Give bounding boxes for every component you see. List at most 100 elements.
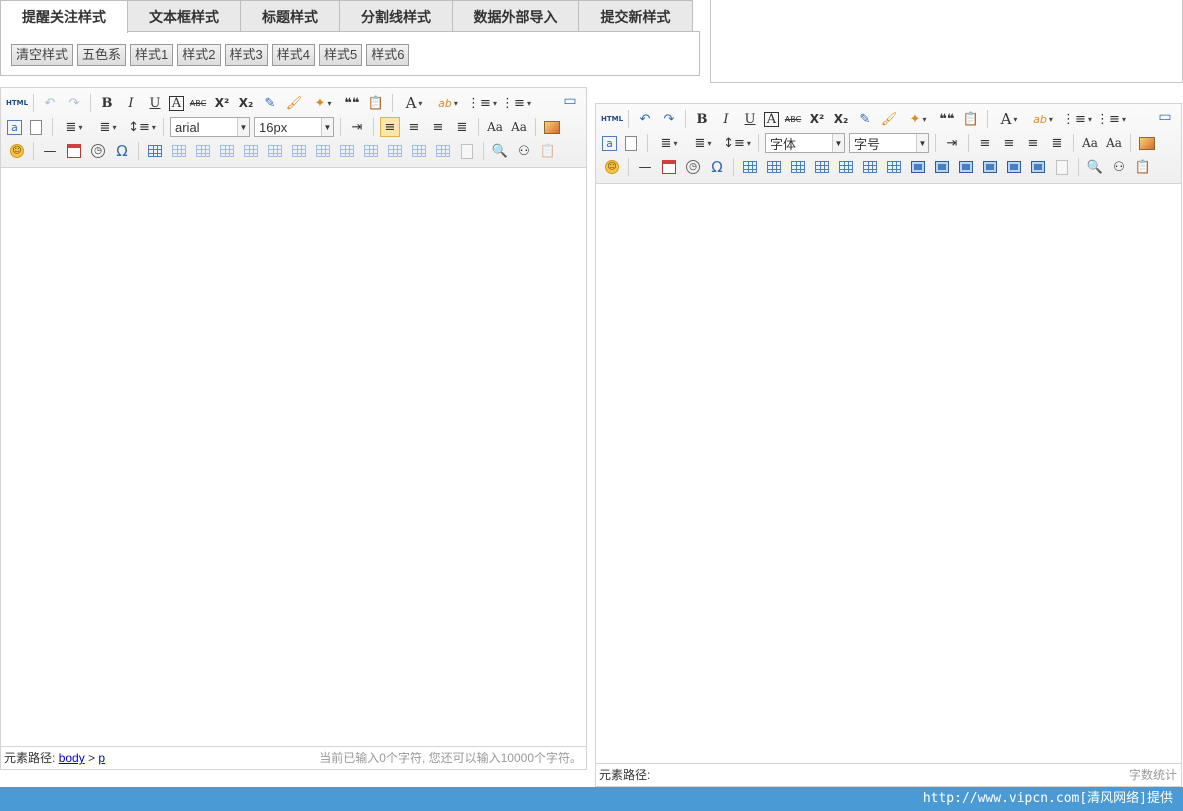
- page-break-icon[interactable]: [621, 133, 641, 153]
- insert-caption-icon[interactable]: [193, 141, 213, 161]
- auto-format-icon[interactable]: ✦: [903, 109, 933, 129]
- insert-table-icon[interactable]: [145, 141, 165, 161]
- blockquote-icon[interactable]: ❝❝: [937, 109, 957, 129]
- split-rows-icon[interactable]: [409, 141, 429, 161]
- table-props-icon[interactable]: [1052, 157, 1072, 177]
- unordered-list-icon[interactable]: ⋮≡: [501, 93, 531, 113]
- clear-style-button[interactable]: 清空样式: [11, 44, 74, 66]
- font-family-select[interactable]: arial ▼: [170, 117, 250, 137]
- align-right-icon[interactable]: ≡: [428, 117, 448, 137]
- merge-right-icon[interactable]: [337, 141, 357, 161]
- align-left-icon[interactable]: ≡: [380, 117, 400, 137]
- font-color-icon[interactable]: A: [399, 93, 429, 113]
- path-p-link[interactable]: p: [98, 751, 105, 765]
- date-icon[interactable]: [659, 157, 679, 177]
- background-color-icon[interactable]: ab: [1028, 109, 1058, 129]
- html-source-icon[interactable]: HTML: [601, 109, 623, 129]
- horizontal-rule-icon[interactable]: —: [40, 141, 60, 161]
- html-source-icon[interactable]: HTML: [6, 93, 28, 113]
- time-icon[interactable]: ◷: [88, 141, 108, 161]
- font-border-icon[interactable]: A: [764, 111, 779, 127]
- merge-down-icon[interactable]: [956, 157, 976, 177]
- tab-submit-style[interactable]: 提交新样式: [579, 0, 693, 32]
- special-char-icon[interactable]: Ω: [707, 157, 727, 177]
- page-break-icon[interactable]: [26, 117, 46, 137]
- line-height-icon[interactable]: ↕≡: [722, 133, 752, 153]
- search-replace-icon[interactable]: 🔍: [490, 141, 510, 161]
- left-edit-area[interactable]: [1, 168, 586, 746]
- five-colors-button[interactable]: 五色系: [77, 44, 127, 66]
- path-body-link[interactable]: body: [59, 751, 85, 765]
- superscript-icon[interactable]: X²: [807, 109, 827, 129]
- align-center-icon[interactable]: ≡: [404, 117, 424, 137]
- font-border-icon[interactable]: A: [169, 95, 184, 111]
- font-color-icon[interactable]: A: [994, 109, 1024, 129]
- insert-caption-icon[interactable]: [788, 157, 808, 177]
- split-cols-icon[interactable]: [433, 141, 453, 161]
- delete-col-icon[interactable]: [289, 141, 309, 161]
- unordered-list-icon[interactable]: ⋮≡: [1096, 109, 1126, 129]
- italic-icon[interactable]: I: [121, 93, 141, 113]
- font-size-select[interactable]: 字号 ▼: [849, 133, 929, 153]
- paste-icon[interactable]: 📋: [961, 109, 981, 129]
- style-1-button[interactable]: 样式1: [130, 44, 174, 66]
- date-icon[interactable]: [64, 141, 84, 161]
- paste-plain-icon[interactable]: 📋: [538, 141, 558, 161]
- superscript-icon[interactable]: X²: [212, 93, 232, 113]
- redo-icon[interactable]: ↷: [64, 93, 84, 113]
- ordered-list-icon[interactable]: ⋮≡: [467, 93, 497, 113]
- insert-image-icon[interactable]: [542, 117, 562, 137]
- anchor-icon[interactable]: a: [602, 135, 617, 151]
- paragraph-spacing-bottom-icon[interactable]: ≣: [93, 117, 123, 137]
- delete-row-icon[interactable]: [241, 141, 261, 161]
- delete-col-icon[interactable]: [884, 157, 904, 177]
- justify-icon[interactable]: ≣: [452, 117, 472, 137]
- format-brush-icon[interactable]: 🖌: [879, 109, 899, 129]
- line-height-icon[interactable]: ↕≡: [127, 117, 157, 137]
- font-family-select[interactable]: 字体 ▼: [765, 133, 845, 153]
- merge-down-icon[interactable]: [361, 141, 381, 161]
- search-replace-icon[interactable]: 🔍: [1085, 157, 1105, 177]
- subscript-icon[interactable]: X₂: [236, 93, 256, 113]
- split-cells-icon[interactable]: [980, 157, 1000, 177]
- strikethrough-icon[interactable]: ABC: [783, 109, 803, 129]
- style-4-button[interactable]: 样式4: [271, 44, 315, 66]
- tab-title-style[interactable]: 标题样式: [241, 0, 340, 32]
- style-2-button[interactable]: 样式2: [177, 44, 221, 66]
- merge-cells-icon[interactable]: [908, 157, 928, 177]
- table-props-icon[interactable]: [457, 141, 477, 161]
- auto-format-icon[interactable]: ✦: [308, 93, 338, 113]
- split-cols-icon[interactable]: [1028, 157, 1048, 177]
- redo-icon[interactable]: ↷: [659, 109, 679, 129]
- bold-icon[interactable]: B: [692, 109, 712, 129]
- insert-table-icon[interactable]: [740, 157, 760, 177]
- indent-icon[interactable]: ⇥: [347, 117, 367, 137]
- bold-icon[interactable]: B: [97, 93, 117, 113]
- blockquote-icon[interactable]: ❝❝: [342, 93, 362, 113]
- anchor-icon[interactable]: a: [7, 119, 22, 135]
- insert-row-icon[interactable]: [812, 157, 832, 177]
- emotion-icon[interactable]: ☺: [7, 141, 27, 161]
- emotion-icon[interactable]: ☺: [602, 157, 622, 177]
- strikethrough-icon[interactable]: ABC: [188, 93, 208, 113]
- undo-icon[interactable]: ↶: [40, 93, 60, 113]
- lowercase-icon[interactable]: Aa: [509, 117, 529, 137]
- paragraph-spacing-bottom-icon[interactable]: ≣: [688, 133, 718, 153]
- time-icon[interactable]: ◷: [683, 157, 703, 177]
- lowercase-icon[interactable]: Aa: [1104, 133, 1124, 153]
- underline-icon[interactable]: U: [145, 93, 165, 113]
- insert-row-icon[interactable]: [217, 141, 237, 161]
- font-size-select[interactable]: 16px ▼: [254, 117, 334, 137]
- italic-icon[interactable]: I: [716, 109, 736, 129]
- style-3-button[interactable]: 样式3: [224, 44, 268, 66]
- tab-external-import[interactable]: 数据外部导入: [453, 0, 579, 32]
- tab-textbox-style[interactable]: 文本框样式: [128, 0, 241, 32]
- eraser-icon[interactable]: ✎: [260, 93, 280, 113]
- indent-icon[interactable]: ⇥: [942, 133, 962, 153]
- justify-icon[interactable]: ≣: [1047, 133, 1067, 153]
- special-char-icon[interactable]: Ω: [112, 141, 132, 161]
- paste-plain-icon[interactable]: 📋: [1133, 157, 1153, 177]
- paragraph-spacing-top-icon[interactable]: ≣: [654, 133, 684, 153]
- horizontal-rule-icon[interactable]: —: [635, 157, 655, 177]
- align-right-icon[interactable]: ≡: [1023, 133, 1043, 153]
